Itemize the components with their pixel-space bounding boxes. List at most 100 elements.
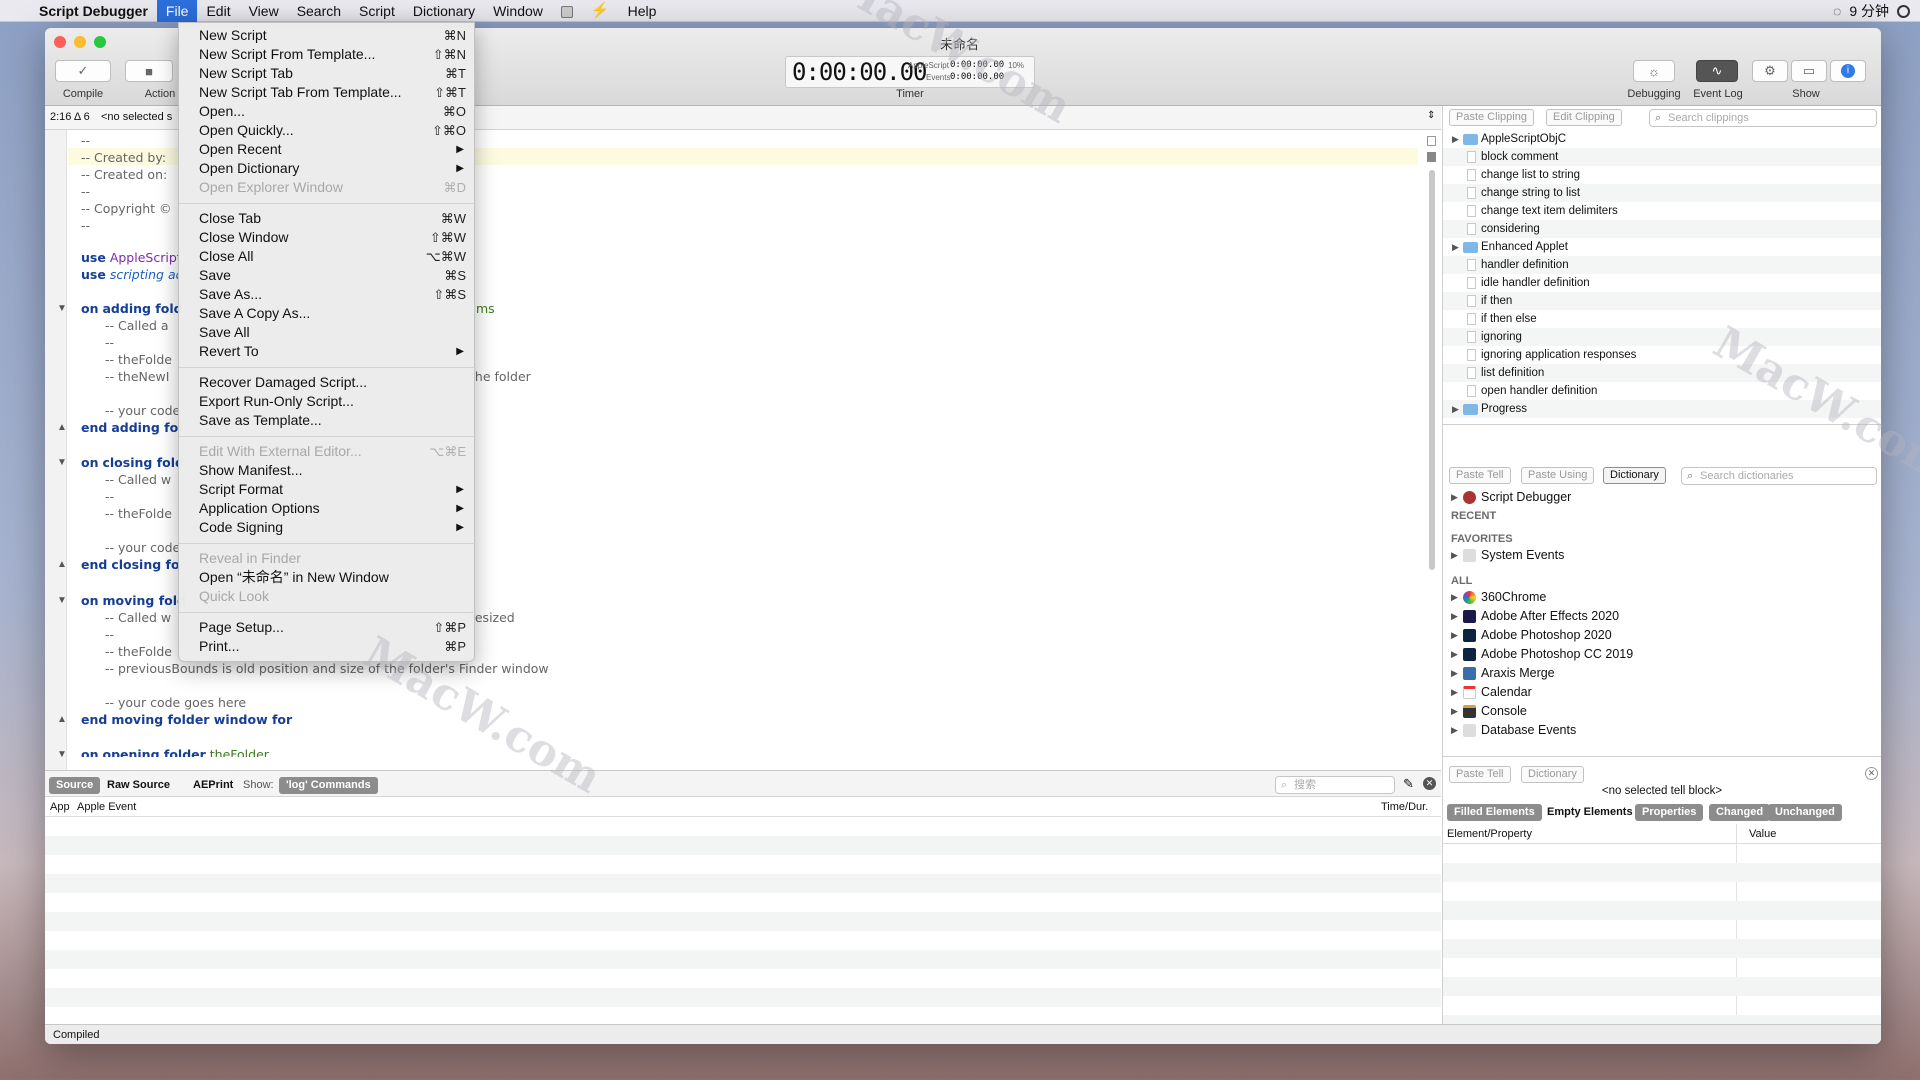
edit-clipping-button[interactable]: Edit Clipping bbox=[1546, 109, 1622, 126]
dictionary-item[interactable]: ▶ 360Chrome bbox=[1443, 588, 1881, 607]
column-divider[interactable] bbox=[1736, 824, 1737, 844]
menu-item-open-dictionary[interactable]: Open Dictionary ▶ bbox=[179, 159, 476, 178]
disclosure-triangle-icon[interactable]: ▶ bbox=[1451, 546, 1458, 565]
show-settings-button[interactable]: ⚙ bbox=[1752, 60, 1788, 82]
disclosure-triangle-icon[interactable]: ▶ bbox=[1452, 400, 1459, 418]
vertical-scrollbar[interactable] bbox=[1429, 170, 1435, 570]
event-log-button[interactable]: ∿ bbox=[1696, 60, 1738, 82]
clipping-item[interactable]: change list to string bbox=[1443, 166, 1881, 184]
aeprint-tab[interactable]: AEPrint bbox=[186, 777, 240, 794]
menu-item-save-as[interactable]: Save As... ⇧⌘S bbox=[179, 285, 476, 304]
col-time[interactable]: Time/Dur. bbox=[1381, 801, 1428, 813]
menu-item-open-quickly[interactable]: Open Quickly... ⇧⌘O bbox=[179, 121, 476, 140]
fold-toggle[interactable]: ▼ bbox=[57, 595, 67, 606]
dictionary-search-input[interactable]: ⌕ Search dictionaries bbox=[1681, 467, 1877, 485]
clipping-item[interactable]: ignoring application responses bbox=[1443, 346, 1881, 364]
menu-script[interactable]: Script bbox=[350, 0, 404, 22]
clear-log-icon[interactable]: ✎ bbox=[1403, 776, 1414, 792]
disclosure-triangle-icon[interactable]: ▶ bbox=[1451, 488, 1458, 507]
log-commands-filter[interactable]: 'log' Commands bbox=[279, 777, 378, 794]
split-icon[interactable] bbox=[1427, 136, 1436, 146]
dictionary-item[interactable]: ▶ Adobe After Effects 2020 bbox=[1443, 607, 1881, 626]
debugging-button[interactable]: ☼ bbox=[1633, 60, 1675, 82]
fold-toggle[interactable]: ▲ bbox=[57, 559, 67, 570]
source-tab[interactable]: Source bbox=[49, 777, 101, 794]
clipping-item[interactable]: idle handler definition bbox=[1443, 274, 1881, 292]
paste-using-button[interactable]: Paste Using bbox=[1521, 467, 1595, 484]
menu-item-close-tab[interactable]: Close Tab ⌘W bbox=[179, 209, 476, 228]
splitter[interactable] bbox=[1443, 420, 1881, 425]
dictionary-item[interactable]: ▶ Script Debugger bbox=[1443, 488, 1881, 507]
fold-toggle[interactable]: ▲ bbox=[57, 422, 67, 433]
menu-window[interactable]: Window bbox=[484, 0, 552, 22]
fold-toggle[interactable]: ▼ bbox=[57, 457, 67, 468]
clipping-item[interactable]: ▶ AppleScriptObjC bbox=[1443, 130, 1881, 148]
clipping-item[interactable]: handler definition bbox=[1443, 256, 1881, 274]
clipping-item[interactable]: if then else bbox=[1443, 310, 1881, 328]
col-app[interactable]: App bbox=[50, 801, 70, 813]
menu-item-recover-damaged-script[interactable]: Recover Damaged Script... bbox=[179, 373, 476, 392]
clipping-item[interactable]: list definition bbox=[1443, 364, 1881, 382]
clock-text[interactable]: 9 分钟 bbox=[1849, 1, 1889, 21]
disclosure-triangle-icon[interactable]: ▶ bbox=[1451, 702, 1458, 721]
popup-arrows-icon[interactable]: ⇕ bbox=[1427, 110, 1435, 121]
clipping-item[interactable]: change string to list bbox=[1443, 184, 1881, 202]
wechat-icon[interactable]: ◌ bbox=[1833, 3, 1841, 19]
log-search-input[interactable]: 搜索 ⌕ bbox=[1275, 776, 1395, 794]
menu-app-name[interactable]: Script Debugger bbox=[30, 0, 157, 22]
changed-tab[interactable]: Changed bbox=[1709, 804, 1771, 821]
clipping-item[interactable]: ignoring bbox=[1443, 328, 1881, 346]
clipping-item[interactable]: change text item delimiters bbox=[1443, 202, 1881, 220]
disclosure-triangle-icon[interactable]: ▶ bbox=[1451, 645, 1458, 664]
unchanged-tab[interactable]: Unchanged bbox=[1768, 804, 1842, 821]
handler-selector[interactable]: <no selected s bbox=[101, 111, 172, 123]
fold-toggle[interactable]: ▼ bbox=[57, 303, 67, 314]
disclosure-triangle-icon[interactable]: ▶ bbox=[1451, 607, 1458, 626]
menu-help[interactable]: Help bbox=[619, 0, 666, 22]
disclosure-triangle-icon[interactable]: ▶ bbox=[1451, 588, 1458, 607]
menu-item-open[interactable]: Open... ⌘O bbox=[179, 102, 476, 121]
menu-item-show-manifest[interactable]: Show Manifest... bbox=[179, 461, 476, 480]
menu-item-save[interactable]: Save ⌘S bbox=[179, 266, 476, 285]
menu-item-new-script[interactable]: New Script ⌘N bbox=[179, 26, 476, 45]
dictionary-item[interactable]: ▶ Adobe Photoshop CC 2019 bbox=[1443, 645, 1881, 664]
menu-item-application-options[interactable]: Application Options ▶ bbox=[179, 499, 476, 518]
menu-item-open-in-new-window[interactable]: Open “未命名” in New Window bbox=[179, 568, 476, 587]
splitter[interactable] bbox=[1443, 752, 1881, 757]
close-button[interactable] bbox=[54, 36, 66, 48]
bookmark-icon[interactable] bbox=[1427, 152, 1436, 162]
menu-item-save-all[interactable]: Save All bbox=[179, 323, 476, 342]
close-icon[interactable]: ✕ bbox=[1865, 767, 1878, 780]
paste-clipping-button[interactable]: Paste Clipping bbox=[1449, 109, 1534, 126]
menu-view[interactable]: View bbox=[240, 0, 288, 22]
menu-item-save-as-template[interactable]: Save as Template... bbox=[179, 411, 476, 430]
apple-icon[interactable] bbox=[0, 0, 30, 22]
fold-toggle[interactable]: ▼ bbox=[57, 749, 67, 760]
menu-item-close-window[interactable]: Close Window ⇧⌘W bbox=[179, 228, 476, 247]
empty-elements-tab[interactable]: Empty Elements bbox=[1540, 804, 1640, 821]
dictionary-button[interactable]: Dictionary bbox=[1521, 766, 1584, 783]
paste-tell-button[interactable]: Paste Tell bbox=[1449, 467, 1511, 484]
properties-tab[interactable]: Properties bbox=[1635, 804, 1704, 821]
minimize-button[interactable] bbox=[74, 36, 86, 48]
clipping-item[interactable]: considering bbox=[1443, 220, 1881, 238]
disclosure-triangle-icon[interactable]: ▶ bbox=[1451, 664, 1458, 683]
scripts-menu-icon[interactable]: ⚡ bbox=[582, 0, 619, 22]
disclosure-triangle-icon[interactable]: ▶ bbox=[1452, 130, 1459, 148]
clipping-item[interactable]: if then bbox=[1443, 292, 1881, 310]
filled-elements-tab[interactable]: Filled Elements bbox=[1447, 804, 1542, 821]
menu-item-new-script-tab-from-template[interactable]: New Script Tab From Template... ⇧⌘T bbox=[179, 83, 476, 102]
clipping-item[interactable]: block comment bbox=[1443, 148, 1881, 166]
dictionary-item[interactable]: ▶ Araxis Merge bbox=[1443, 664, 1881, 683]
fold-toggle[interactable]: ▲ bbox=[57, 714, 67, 725]
dictionary-item[interactable]: ▶ System Events bbox=[1443, 546, 1881, 565]
col-element-property[interactable]: Element/Property bbox=[1447, 828, 1532, 840]
dictionary-button[interactable]: Dictionary bbox=[1603, 467, 1666, 484]
clipping-item[interactable]: open handler definition bbox=[1443, 382, 1881, 400]
clipping-item[interactable]: ▶ Enhanced Applet bbox=[1443, 238, 1881, 256]
menu-item-open-recent[interactable]: Open Recent ▶ bbox=[179, 140, 476, 159]
dictionary-item[interactable]: ▶ Console bbox=[1443, 702, 1881, 721]
compile-button[interactable]: ✓ bbox=[55, 60, 111, 82]
menu-item-script-format[interactable]: Script Format ▶ bbox=[179, 480, 476, 499]
menu-item-print[interactable]: Print... ⌘P bbox=[179, 637, 476, 656]
